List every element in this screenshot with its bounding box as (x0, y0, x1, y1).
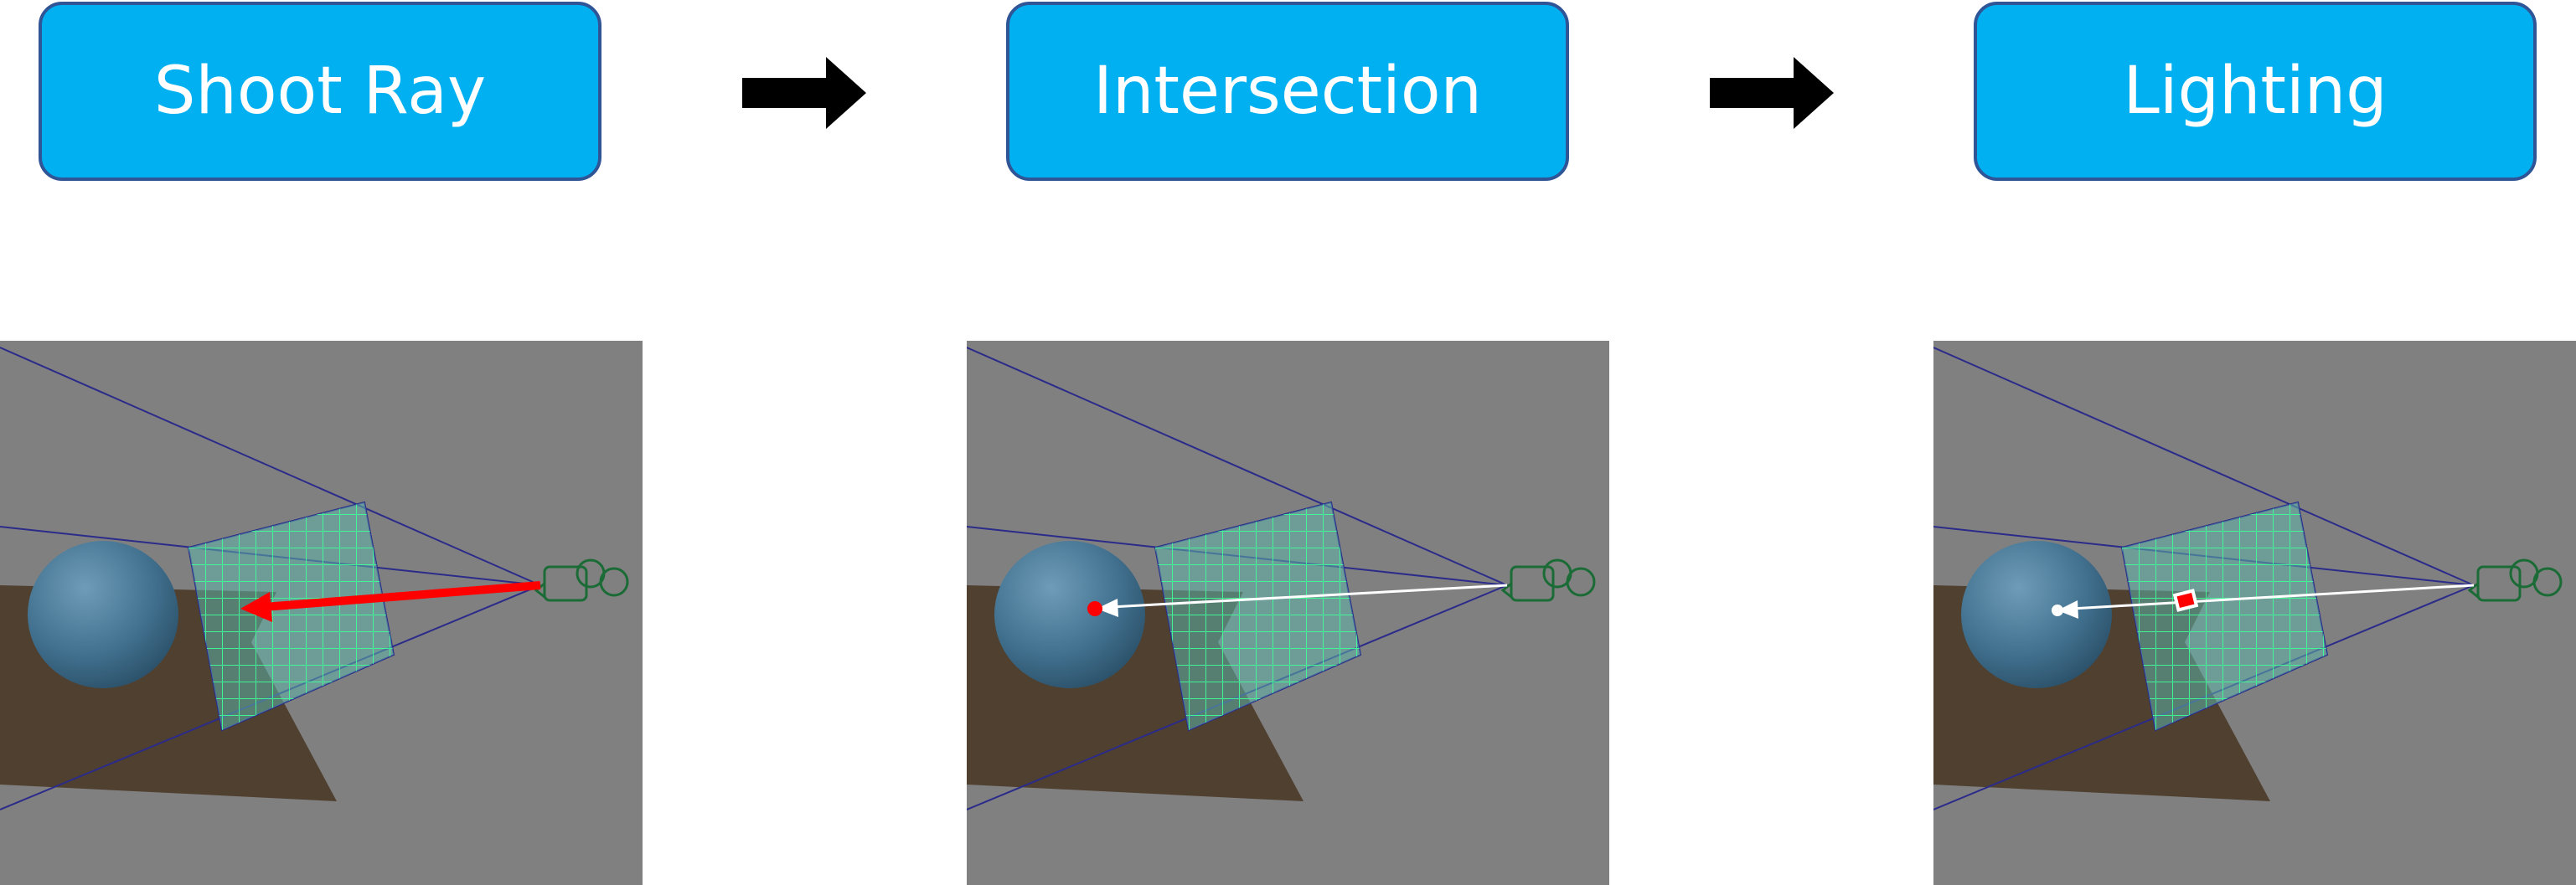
right-arrow-icon (742, 57, 866, 129)
ray-tracing-pipeline-diagram: Shoot Ray Intersection Lighting (0, 0, 2576, 885)
viewport-intersection (967, 341, 1609, 885)
right-arrow-icon (1710, 57, 1834, 129)
stage-label: Intersection (1092, 54, 1482, 129)
intersection-point (1087, 601, 1102, 616)
stage-box-lighting: Lighting (1974, 2, 2537, 181)
sphere (994, 541, 1145, 688)
stage-label: Lighting (2123, 54, 2388, 129)
sphere (28, 541, 178, 688)
stage-box-intersection: Intersection (1006, 2, 1569, 181)
stage-label: Shoot Ray (153, 54, 487, 129)
viewport-lighting (1933, 341, 2576, 885)
stage-box-shoot-ray: Shoot Ray (39, 2, 601, 181)
pixel-marker (2172, 589, 2199, 612)
sphere (1961, 541, 2112, 688)
viewport-shoot-ray (0, 341, 643, 885)
hit-point (2052, 605, 2063, 616)
